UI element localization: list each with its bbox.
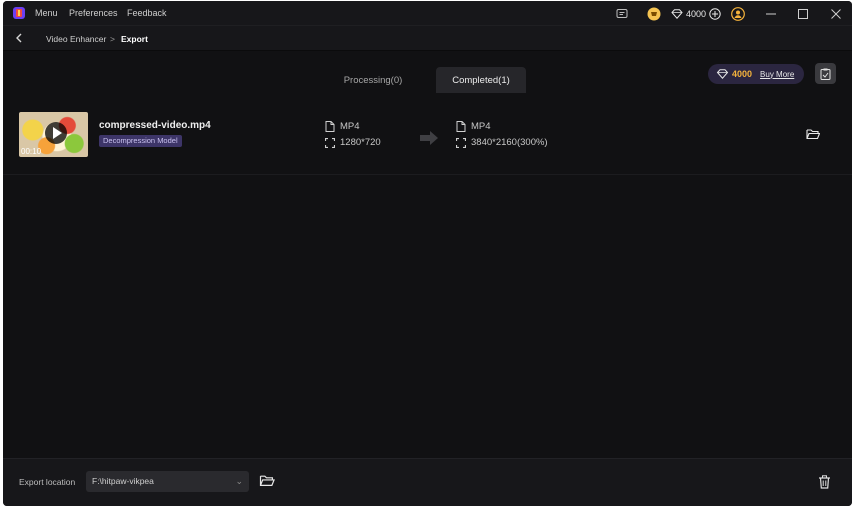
menu-menu[interactable]: Menu	[35, 8, 58, 18]
export-path-select[interactable]: F:\hitpaw-vikpea ⌄	[86, 471, 249, 492]
credits-amount: 4000	[732, 69, 753, 79]
credits-pill: 4000 Buy More	[708, 64, 804, 84]
play-icon[interactable]	[45, 122, 67, 144]
menu-preferences[interactable]: Preferences	[69, 8, 118, 18]
file-icon	[325, 121, 335, 132]
export-path-value: F:\hitpaw-vikpea	[92, 476, 154, 486]
breadcrumb-current: Export	[121, 34, 148, 44]
file-icon	[456, 121, 466, 132]
open-folder-icon[interactable]	[806, 128, 820, 140]
tab-processing[interactable]: Processing(0)	[328, 67, 418, 93]
breadcrumb-parent[interactable]: Video Enhancer	[46, 34, 106, 44]
menu-feedback[interactable]: Feedback	[127, 8, 167, 18]
output-format: MP4	[456, 121, 491, 132]
video-thumbnail[interactable]: 00:10	[19, 112, 88, 157]
message-icon	[616, 8, 628, 18]
footer: Export location F:\hitpaw-vikpea ⌄	[3, 458, 852, 506]
account-button[interactable]	[731, 1, 745, 26]
shop-button[interactable]	[647, 1, 661, 26]
maximize-button[interactable]	[798, 1, 808, 26]
breadcrumb-separator: >	[110, 34, 115, 44]
credits-display[interactable]: 4000	[671, 1, 721, 26]
shop-icon	[647, 7, 661, 20]
resolution-icon	[456, 137, 466, 148]
video-duration: 00:10	[21, 147, 42, 156]
export-location-label: Export location	[19, 477, 76, 487]
diamond-icon	[671, 8, 683, 19]
close-icon	[831, 8, 841, 19]
app-logo-icon	[13, 7, 25, 19]
resolution-icon	[325, 137, 335, 148]
output-format-label: MP4	[471, 121, 491, 132]
source-resolution-label: 1280*720	[340, 137, 381, 148]
close-button[interactable]	[831, 1, 841, 26]
buy-more-link[interactable]: Buy More	[760, 70, 794, 79]
chevron-down-icon: ⌄	[235, 476, 243, 486]
minimize-button[interactable]	[766, 1, 776, 26]
results-list: 00:10 compressed-video.mp4 Decompression…	[3, 95, 852, 457]
tab-completed[interactable]: Completed(1)	[436, 67, 526, 93]
diamond-icon	[716, 69, 729, 79]
message-button[interactable]	[616, 1, 628, 26]
browse-folder-icon[interactable]	[259, 474, 275, 487]
add-credits-icon[interactable]	[709, 7, 721, 20]
output-resolution-label: 3840*2160(300%)	[471, 137, 548, 148]
back-arrow-icon[interactable]	[15, 33, 23, 43]
clipboard-icon	[820, 68, 831, 80]
minimize-icon	[766, 13, 776, 14]
app-window: Menu Preferences Feedback 4000 Video Enh…	[3, 1, 852, 506]
task-list-button[interactable]	[815, 63, 836, 84]
arrow-right-icon	[420, 131, 438, 145]
user-avatar-icon	[731, 6, 745, 21]
file-name: compressed-video.mp4	[99, 120, 211, 131]
model-badge: Decompression Model	[99, 135, 182, 147]
source-format-label: MP4	[340, 121, 360, 132]
source-resolution: 1280*720	[325, 137, 381, 148]
credits-count: 4000	[686, 8, 707, 19]
output-resolution: 3840*2160(300%)	[456, 137, 548, 148]
trash-icon[interactable]	[818, 475, 831, 489]
source-format: MP4	[325, 121, 360, 132]
title-bar: Menu Preferences Feedback 4000	[3, 1, 852, 26]
breadcrumb: Video Enhancer > Export	[3, 26, 852, 51]
maximize-icon	[798, 8, 808, 19]
list-item: 00:10 compressed-video.mp4 Decompression…	[3, 95, 852, 175]
